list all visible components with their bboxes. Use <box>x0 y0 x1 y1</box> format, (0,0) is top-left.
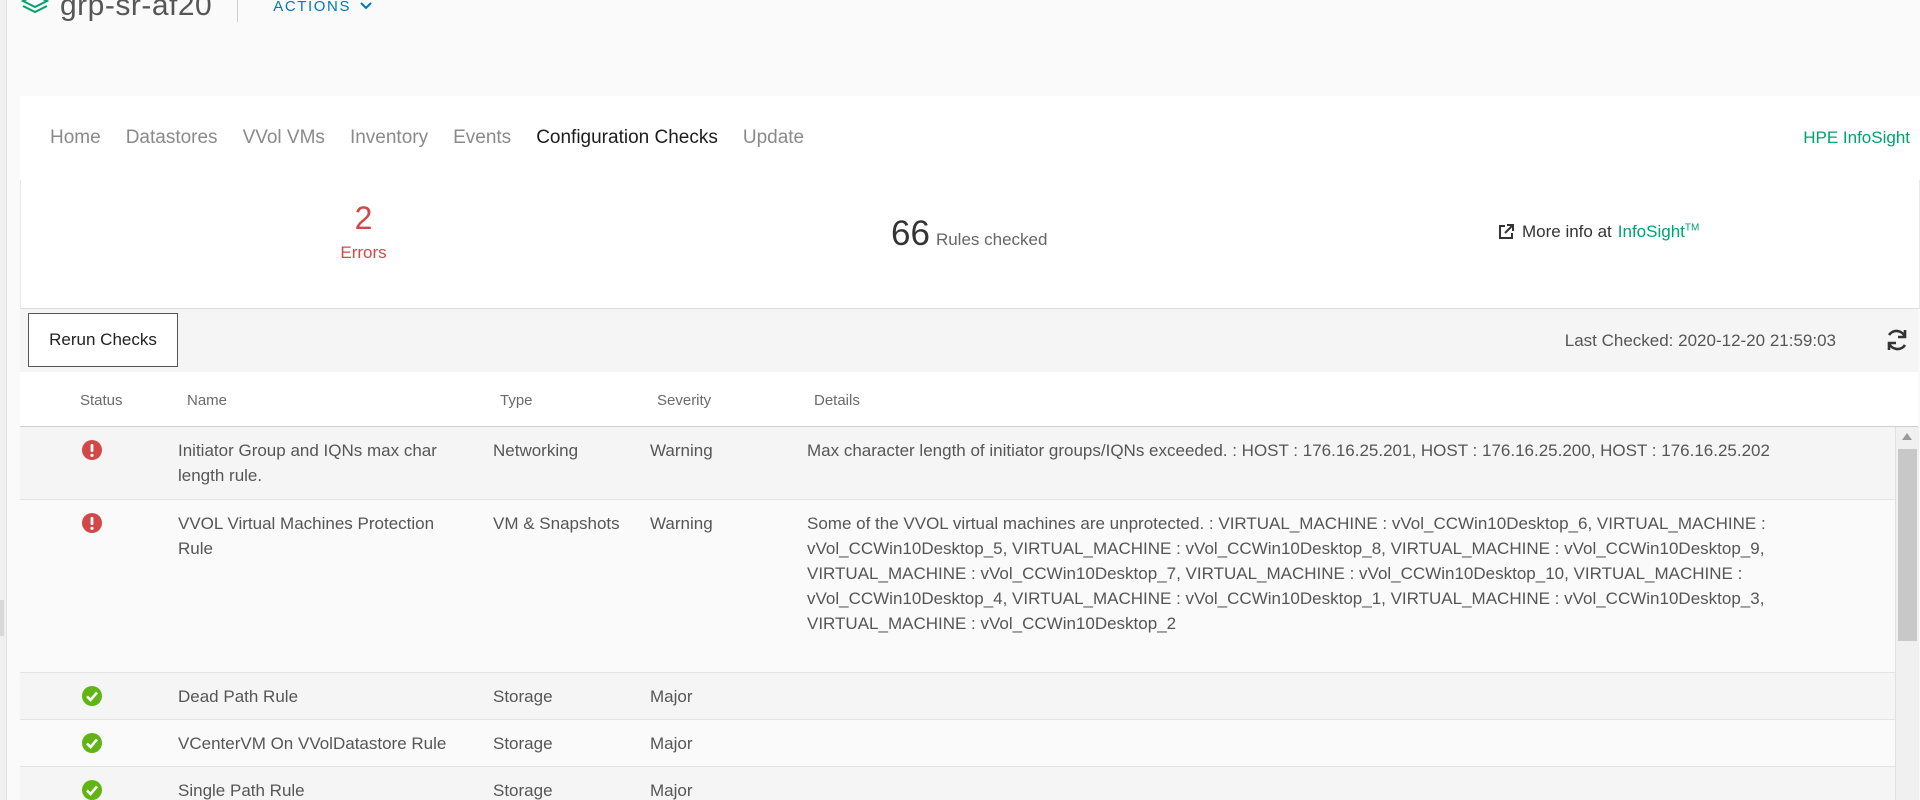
check-type: Storage <box>493 734 553 753</box>
rules-count: 66 <box>891 214 930 253</box>
column-header-details[interactable]: Details <box>814 392 860 409</box>
check-type: Networking <box>493 441 579 460</box>
check-name: Initiator Group and IQNs max char length… <box>178 441 437 485</box>
hpe-infosight-link[interactable]: HPE InfoSight <box>1803 96 1910 180</box>
ok-status-fill <box>82 686 102 706</box>
check-name: Dead Path Rule <box>178 687 299 706</box>
check-severity: Major <box>650 781 693 800</box>
column-header-severity[interactable]: Severity <box>657 392 711 409</box>
check-severity: Major <box>650 734 693 753</box>
column-header-status[interactable]: Status <box>80 392 123 409</box>
storage-group-icon <box>20 0 50 14</box>
check-details: Max character length of initiator groups… <box>807 441 1770 460</box>
table-row[interactable]: VVOL Virtual Machines Protection Rule VM… <box>20 500 1895 673</box>
check-name: VVOL Virtual Machines Protection Rule <box>178 514 435 558</box>
checks-toolbar: Rerun Checks Last Checked: 2020-12-20 21… <box>20 309 1918 373</box>
table-row[interactable]: Dead Path Rule Storage Major <box>20 673 1895 720</box>
check-type: Storage <box>493 687 553 706</box>
table-scrollbar[interactable] <box>1895 427 1919 800</box>
checks-table-body: Initiator Group and IQNs max char length… <box>20 427 1895 800</box>
header-divider <box>237 0 239 22</box>
infosight-link[interactable]: InfoSightTM <box>1618 222 1700 242</box>
check-circle-icon <box>82 686 102 706</box>
tab-vvol-vms[interactable]: VVol VMs <box>243 127 325 149</box>
ok-status-fill <box>82 780 102 800</box>
plugin-nav: Home Datastores VVol VMs Inventory Events Con… <box>20 96 1920 180</box>
external-link-icon <box>1499 224 1514 239</box>
check-type: VM & Snapshots <box>493 514 620 533</box>
check-details: Some of the VVOL virtual machines are un… <box>807 514 1766 633</box>
trademark: TM <box>1684 222 1700 234</box>
tab-update[interactable]: Update <box>743 127 804 149</box>
rules-label: Rules checked <box>935 230 1048 249</box>
more-info-prefix: More info at <box>1522 222 1612 241</box>
column-header-type[interactable]: Type <box>500 392 533 409</box>
object-header: grp-sr-af20 ACTIONS <box>20 0 373 26</box>
errors-label: Errors <box>340 243 387 262</box>
tab-configuration-checks[interactable]: Configuration Checks <box>536 127 718 149</box>
more-info: More info at InfoSightTM <box>1496 222 1699 242</box>
left-panel-resize-handle[interactable] <box>0 600 4 636</box>
last-checked-text: Last Checked: 2020-12-20 21:59:03 <box>1564 331 1836 350</box>
check-severity: Warning <box>650 441 713 460</box>
check-name: Single Path Rule <box>178 781 305 800</box>
actions-menu[interactable]: ACTIONS <box>273 0 373 15</box>
errors-count: 2 <box>354 200 373 236</box>
tab-events[interactable]: Events <box>453 127 511 149</box>
check-type: Storage <box>493 781 553 800</box>
rules-summary: 66 Rules checked <box>891 214 1047 254</box>
infosight-link-label: InfoSight <box>1617 222 1685 241</box>
column-header-name[interactable]: Name <box>187 392 227 409</box>
refresh-icon[interactable] <box>1884 327 1910 353</box>
chevron-down-icon <box>360 2 372 10</box>
check-circle-icon <box>82 780 102 800</box>
tab-home[interactable]: Home <box>50 127 101 149</box>
object-title: grp-sr-af20 <box>60 0 213 22</box>
scroll-up-arrow-icon[interactable] <box>1902 433 1912 440</box>
check-name: VCenterVM On VVolDatastore Rule <box>178 734 447 753</box>
exclamation-circle-icon <box>82 513 102 533</box>
errors-summary: 2 Errors <box>291 200 436 263</box>
scrollbar-thumb[interactable] <box>1898 449 1917 641</box>
rerun-checks-button[interactable]: Rerun Checks <box>28 313 178 367</box>
check-severity: Major <box>650 687 693 706</box>
tab-datastores[interactable]: Datastores <box>126 127 218 149</box>
checks-table-header: Status Name Type Severity Details <box>20 372 1918 428</box>
table-row[interactable]: Initiator Group and IQNs max char length… <box>20 427 1895 500</box>
table-row[interactable]: VCenterVM On VVolDatastore Rule Storage … <box>20 720 1895 767</box>
table-row[interactable]: Single Path Rule Storage Major <box>20 767 1895 800</box>
ok-status-fill <box>82 733 102 753</box>
check-circle-icon <box>82 733 102 753</box>
left-panel-edge <box>0 0 7 800</box>
tab-inventory[interactable]: Inventory <box>350 127 428 149</box>
exclamation-circle-icon <box>82 440 102 460</box>
check-severity: Warning <box>650 514 713 533</box>
checks-summary: 2 Errors 66 Rules checked More info at I… <box>20 180 1920 309</box>
actions-label: ACTIONS <box>273 0 352 15</box>
nav-tabs: Home Datastores VVol VMs Inventory Events Con… <box>50 96 804 180</box>
